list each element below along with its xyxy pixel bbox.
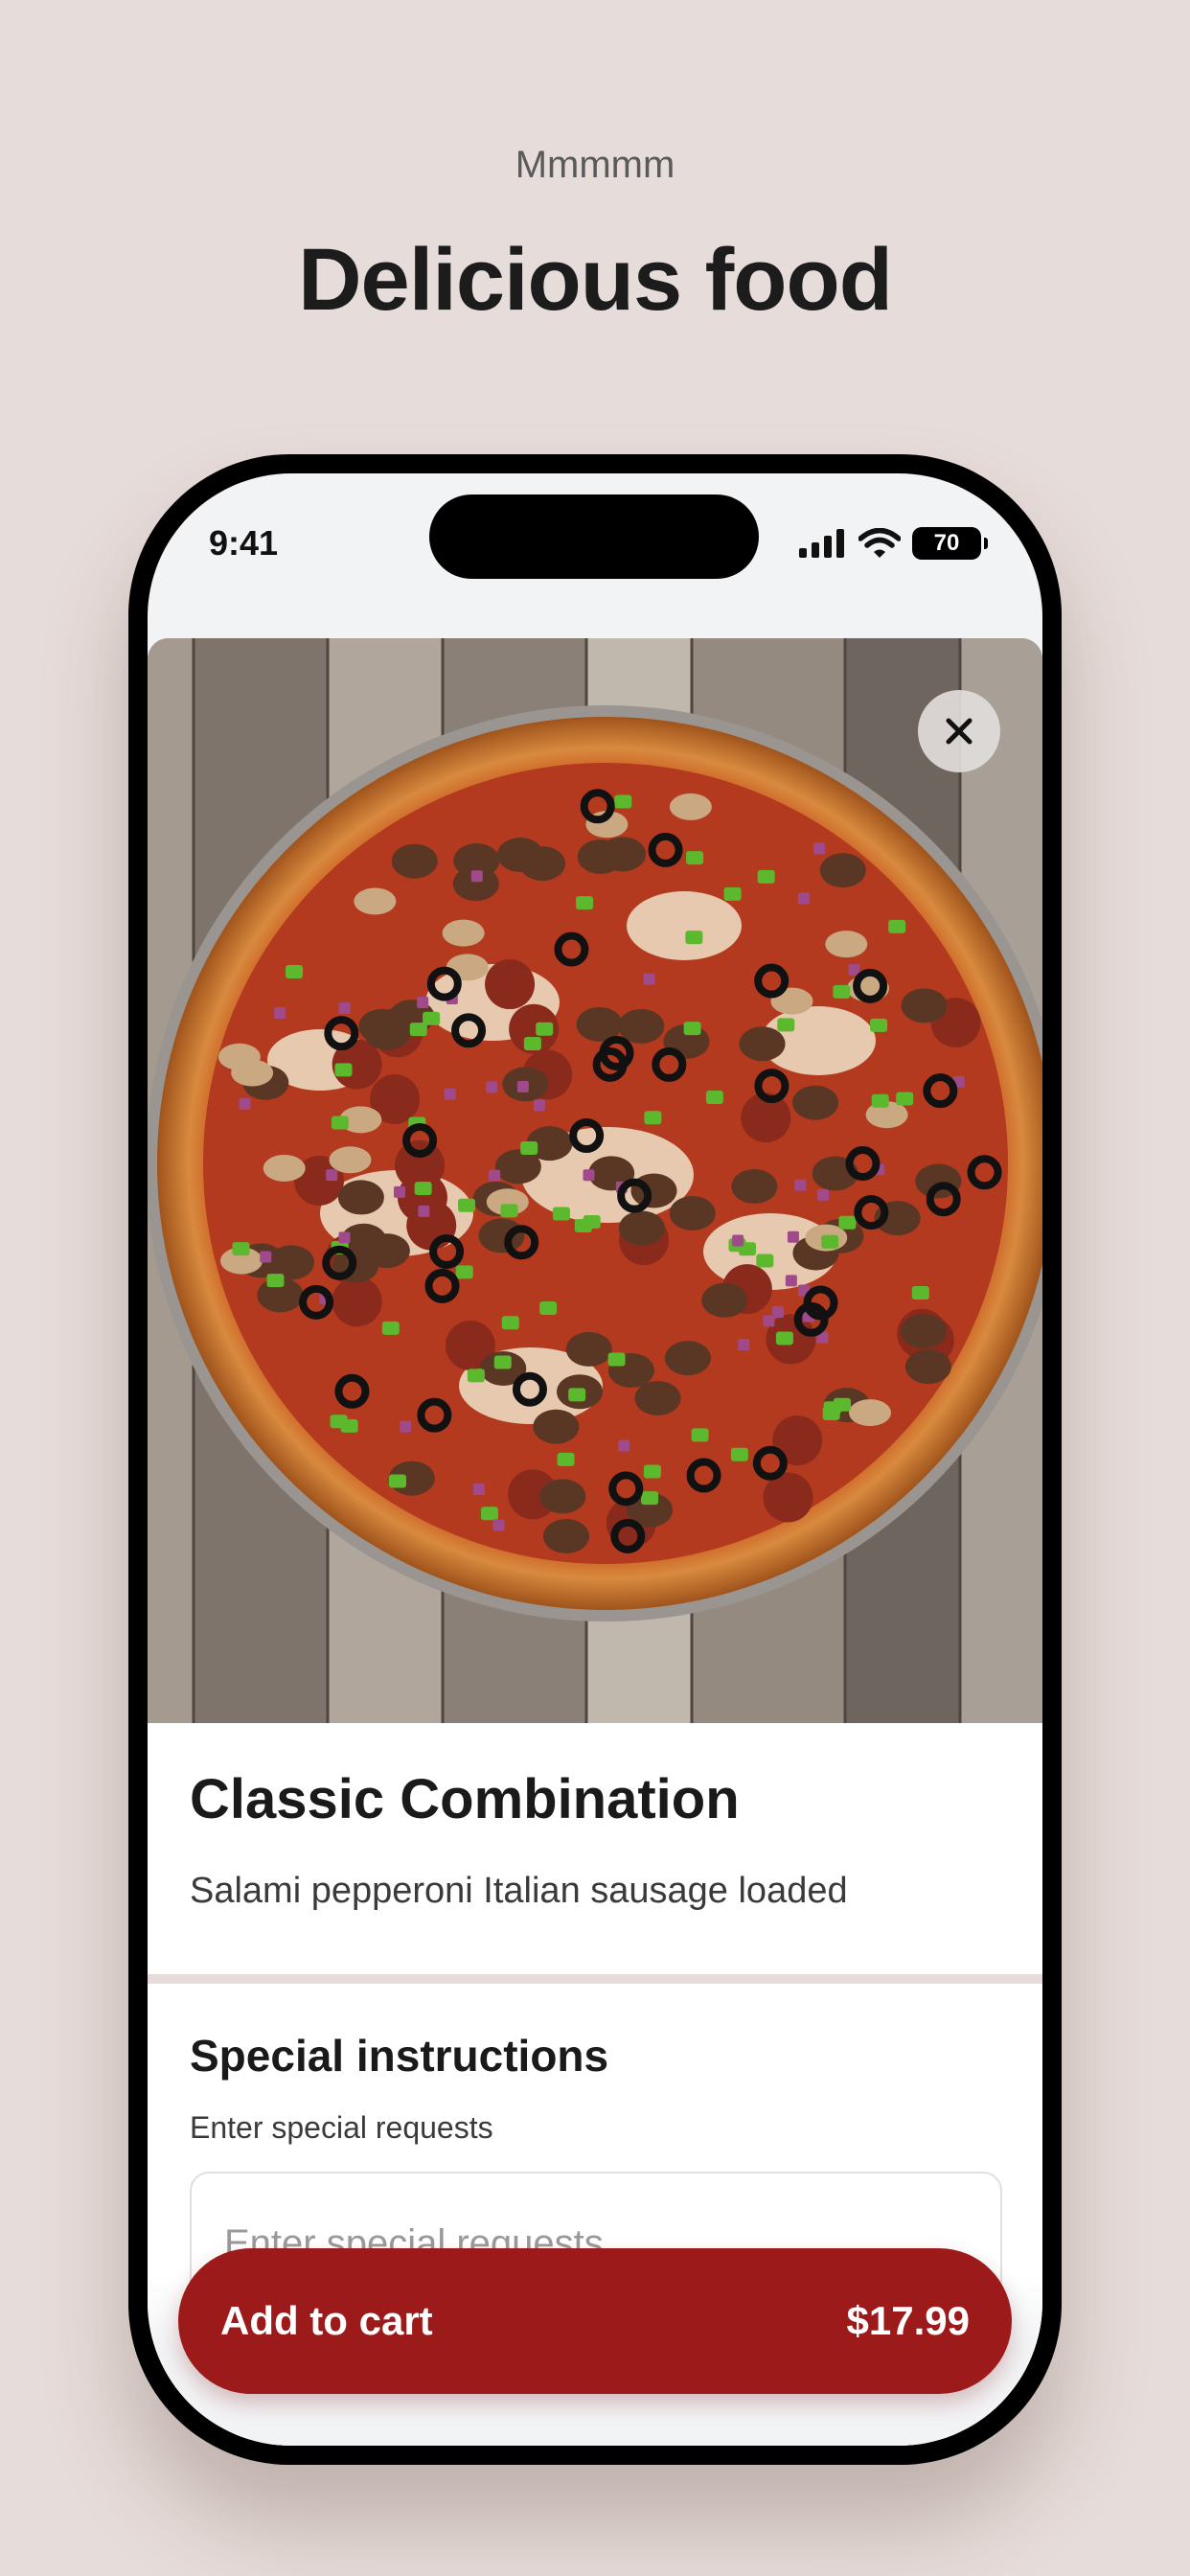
phone-screen: 9:41 70 Classic Combination Salami peppe… [148,473,1042,2446]
item-title: Classic Combination [190,1768,740,1830]
add-to-cart-button[interactable]: Add to cart $17.99 [178,2248,1012,2394]
signal-icon [799,529,844,558]
status-time: 9:41 [209,523,279,563]
hero-eyebrow: Mmmmm [515,144,675,186]
cart-price: $17.99 [846,2298,970,2343]
hero-title: Delicious food [298,231,893,329]
dynamic-island [429,494,759,579]
item-sheet: Classic Combination Salami pepperoni Ita… [148,638,1042,2446]
add-to-cart-label: Add to cart [220,2298,433,2343]
status-icons: 70 [799,527,988,560]
section-divider [148,1974,1042,1984]
wifi-icon [858,528,901,558]
special-instructions-title: Special instructions [190,2031,609,2081]
close-icon [946,718,973,745]
phone-frame: 9:41 70 Classic Combination Salami peppe… [128,454,1062,2465]
item-description: Salami pepperoni Italian sausage loaded [190,1871,848,1911]
special-instructions-subtitle: Enter special requests [190,2110,493,2145]
battery-icon: 70 [912,527,988,560]
battery-level: 70 [933,530,960,556]
close-button[interactable] [918,690,1000,772]
status-bar: 9:41 70 [148,473,1042,617]
pizza-photo [148,638,1042,1723]
